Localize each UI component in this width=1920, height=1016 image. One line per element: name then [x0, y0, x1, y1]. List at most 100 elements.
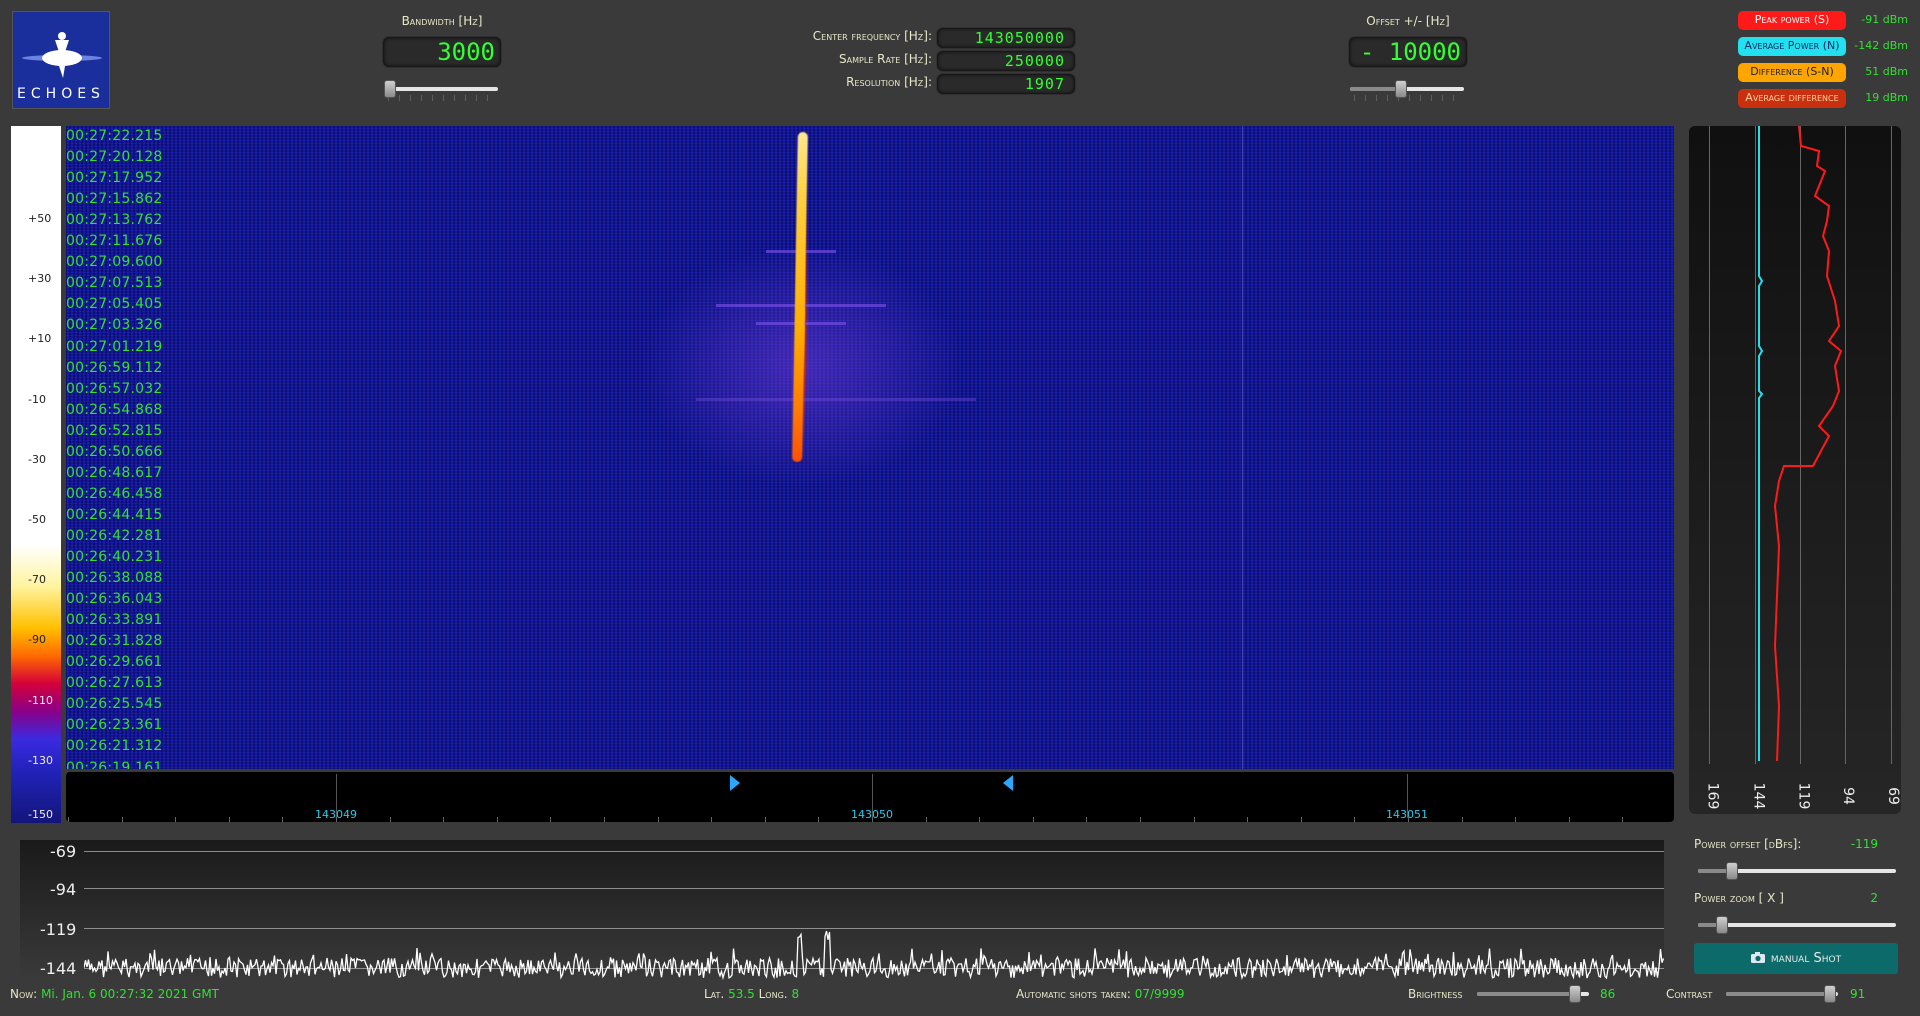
spectrum-trace: [84, 930, 1664, 980]
timestamp-label: 00:27:01.219: [66, 338, 163, 355]
offset-label: Offset +/- [Hz]: [1366, 14, 1450, 28]
difference-value: 51 dBm: [1865, 65, 1908, 78]
timestamp-label: 00:27:09.600: [66, 254, 163, 271]
logo-text: ECHOES: [17, 86, 105, 102]
freq-minor-tick: [1086, 817, 1087, 822]
meteor-echo-trace: [792, 132, 808, 462]
power-history-panel: 169 144 119 94 69: [1689, 126, 1901, 814]
freq-major-tick: [336, 774, 337, 818]
bandwidth-display: 3000: [382, 36, 502, 68]
colorbar-tick: -130: [28, 753, 53, 767]
freq-minor-tick: [1462, 817, 1463, 822]
bandwidth-end-marker[interactable]: [1003, 775, 1013, 791]
offset-slider[interactable]: [1350, 80, 1464, 101]
power-zoom-label: Power zoom [ X ]: [1694, 891, 1784, 905]
power-history-plot: [1758, 126, 1843, 762]
timestamp-label: 00:26:21.312: [66, 738, 163, 755]
contrast-slider[interactable]: [1726, 985, 1838, 1003]
freq-minor-tick: [175, 817, 176, 822]
freq-minor-tick: [122, 817, 123, 822]
timestamp-label: 00:26:27.613: [66, 675, 163, 692]
power-axis-119: 119: [1795, 782, 1812, 810]
spectrum-axis-label-119: -119: [40, 920, 77, 939]
timestamp-label: 00:26:25.545: [66, 696, 163, 713]
timestamp-label: 00:27:07.513: [66, 275, 163, 292]
contrast-value-wrap: 91: [1850, 987, 1865, 1001]
meteor-icon: [22, 32, 102, 78]
timestamp-label: 00:26:54.868: [66, 401, 163, 418]
freq-minor-tick: [1354, 817, 1355, 822]
sample-rate-label: Sample Rate [Hz]:: [839, 52, 932, 66]
resolution-display: 1907: [936, 73, 1076, 95]
freq-minor-tick: [1622, 817, 1623, 822]
timestamp-label: 00:26:38.088: [66, 570, 163, 587]
freq-minor-tick: [336, 817, 337, 822]
freq-minor-tick: [443, 817, 444, 822]
timestamp-label: 00:26:23.361: [66, 717, 163, 734]
timestamp-label: 00:26:52.815: [66, 422, 163, 439]
spectrum-axis-label-94: -94: [50, 880, 77, 899]
freq-minor-tick: [926, 817, 927, 822]
power-zoom-value: 2: [1870, 891, 1878, 905]
average-power-badge: Average Power (N): [1738, 37, 1846, 56]
freq-minor-tick: [872, 817, 873, 822]
freq-minor-tick: [390, 817, 391, 822]
contrast-slider-thumb[interactable]: [1824, 985, 1836, 1003]
average-power-value: -142 dBm: [1854, 39, 1908, 52]
manual-shot-label: manual Shot: [1770, 951, 1842, 966]
freq-minor-tick: [818, 817, 819, 822]
power-offset-value: -119: [1850, 837, 1878, 851]
spectrum-axis-label-69: -69: [50, 842, 77, 861]
freq-major-tick: [872, 774, 873, 818]
freq-minor-tick: [979, 817, 980, 822]
timestamp-label: 00:26:59.112: [66, 359, 163, 376]
bandwidth-slider-thumb[interactable]: [384, 80, 396, 98]
status-shots: Automatic shots taken: 07/9999: [1016, 987, 1185, 1001]
contrast-label: Contrast: [1666, 987, 1713, 1001]
timestamp-label: 00:26:40.231: [66, 549, 163, 565]
colorbar-tick: -150: [28, 808, 53, 821]
center-frequency-label: Center frequency [Hz]:: [812, 29, 932, 43]
long-value: 8: [791, 987, 800, 1001]
offset-slider-thumb[interactable]: [1395, 80, 1407, 98]
freq-minor-tick: [658, 817, 659, 822]
freq-minor-tick: [1515, 817, 1516, 822]
colorbar-tick: +30: [28, 272, 52, 286]
freq-minor-tick: [1033, 817, 1034, 822]
average-difference-value: 19 dBm: [1865, 91, 1908, 104]
brightness-slider-thumb[interactable]: [1569, 985, 1581, 1003]
brightness-value: 86: [1600, 987, 1616, 1001]
timestamp-label: 00:26:19.161: [66, 759, 163, 770]
average-difference-badge: Average difference: [1738, 89, 1846, 108]
power-zoom-slider-thumb[interactable]: [1716, 916, 1728, 934]
colorbar-tick: -30: [28, 452, 46, 466]
power-color-scale: +50 +30 +10 -10 -30 -50 -70 -90 -110 -130 -150: [11, 126, 61, 823]
freq-major-tick: [1407, 774, 1408, 818]
timestamp-label: 00:27:22.215: [66, 128, 163, 144]
colorbar-tick: +50: [28, 212, 52, 225]
long-label: Long.: [758, 987, 788, 1001]
freq-minor-tick: [1408, 817, 1409, 822]
timestamp-label: 00:26:44.415: [66, 506, 163, 523]
timestamp-label: 00:27:15.862: [66, 191, 163, 208]
frequency-axis: 143049 143050 143051: [66, 772, 1674, 822]
spectrum-display: -69 -94 -119 -144: [20, 840, 1664, 980]
brightness-slider[interactable]: [1477, 985, 1589, 1003]
power-axis-169: 169: [1704, 782, 1721, 810]
lat-label: Lat.: [704, 987, 725, 1001]
freq-minor-tick: [497, 817, 498, 822]
timestamp-label: 00:26:57.032: [66, 380, 163, 397]
power-offset-slider-thumb[interactable]: [1726, 862, 1738, 880]
bandwidth-slider[interactable]: [384, 80, 498, 101]
colorbar-tick: -50: [28, 513, 46, 526]
freq-minor-tick: [550, 817, 551, 822]
bandwidth-start-marker[interactable]: [730, 775, 740, 791]
timestamp-label: 00:27:03.326: [66, 317, 163, 334]
power-zoom-slider[interactable]: [1698, 916, 1896, 934]
manual-shot-button[interactable]: manual Shot: [1694, 943, 1898, 974]
waterfall-display[interactable]: 00:27:22.215 00:27:20.128 00:27:17.952 00:2…: [66, 126, 1674, 769]
resolution-label: Resolution [Hz]:: [846, 75, 932, 89]
colorbar-tick: -70: [28, 573, 46, 587]
power-axis-94: 94: [1839, 787, 1856, 805]
power-offset-slider[interactable]: [1698, 862, 1896, 880]
